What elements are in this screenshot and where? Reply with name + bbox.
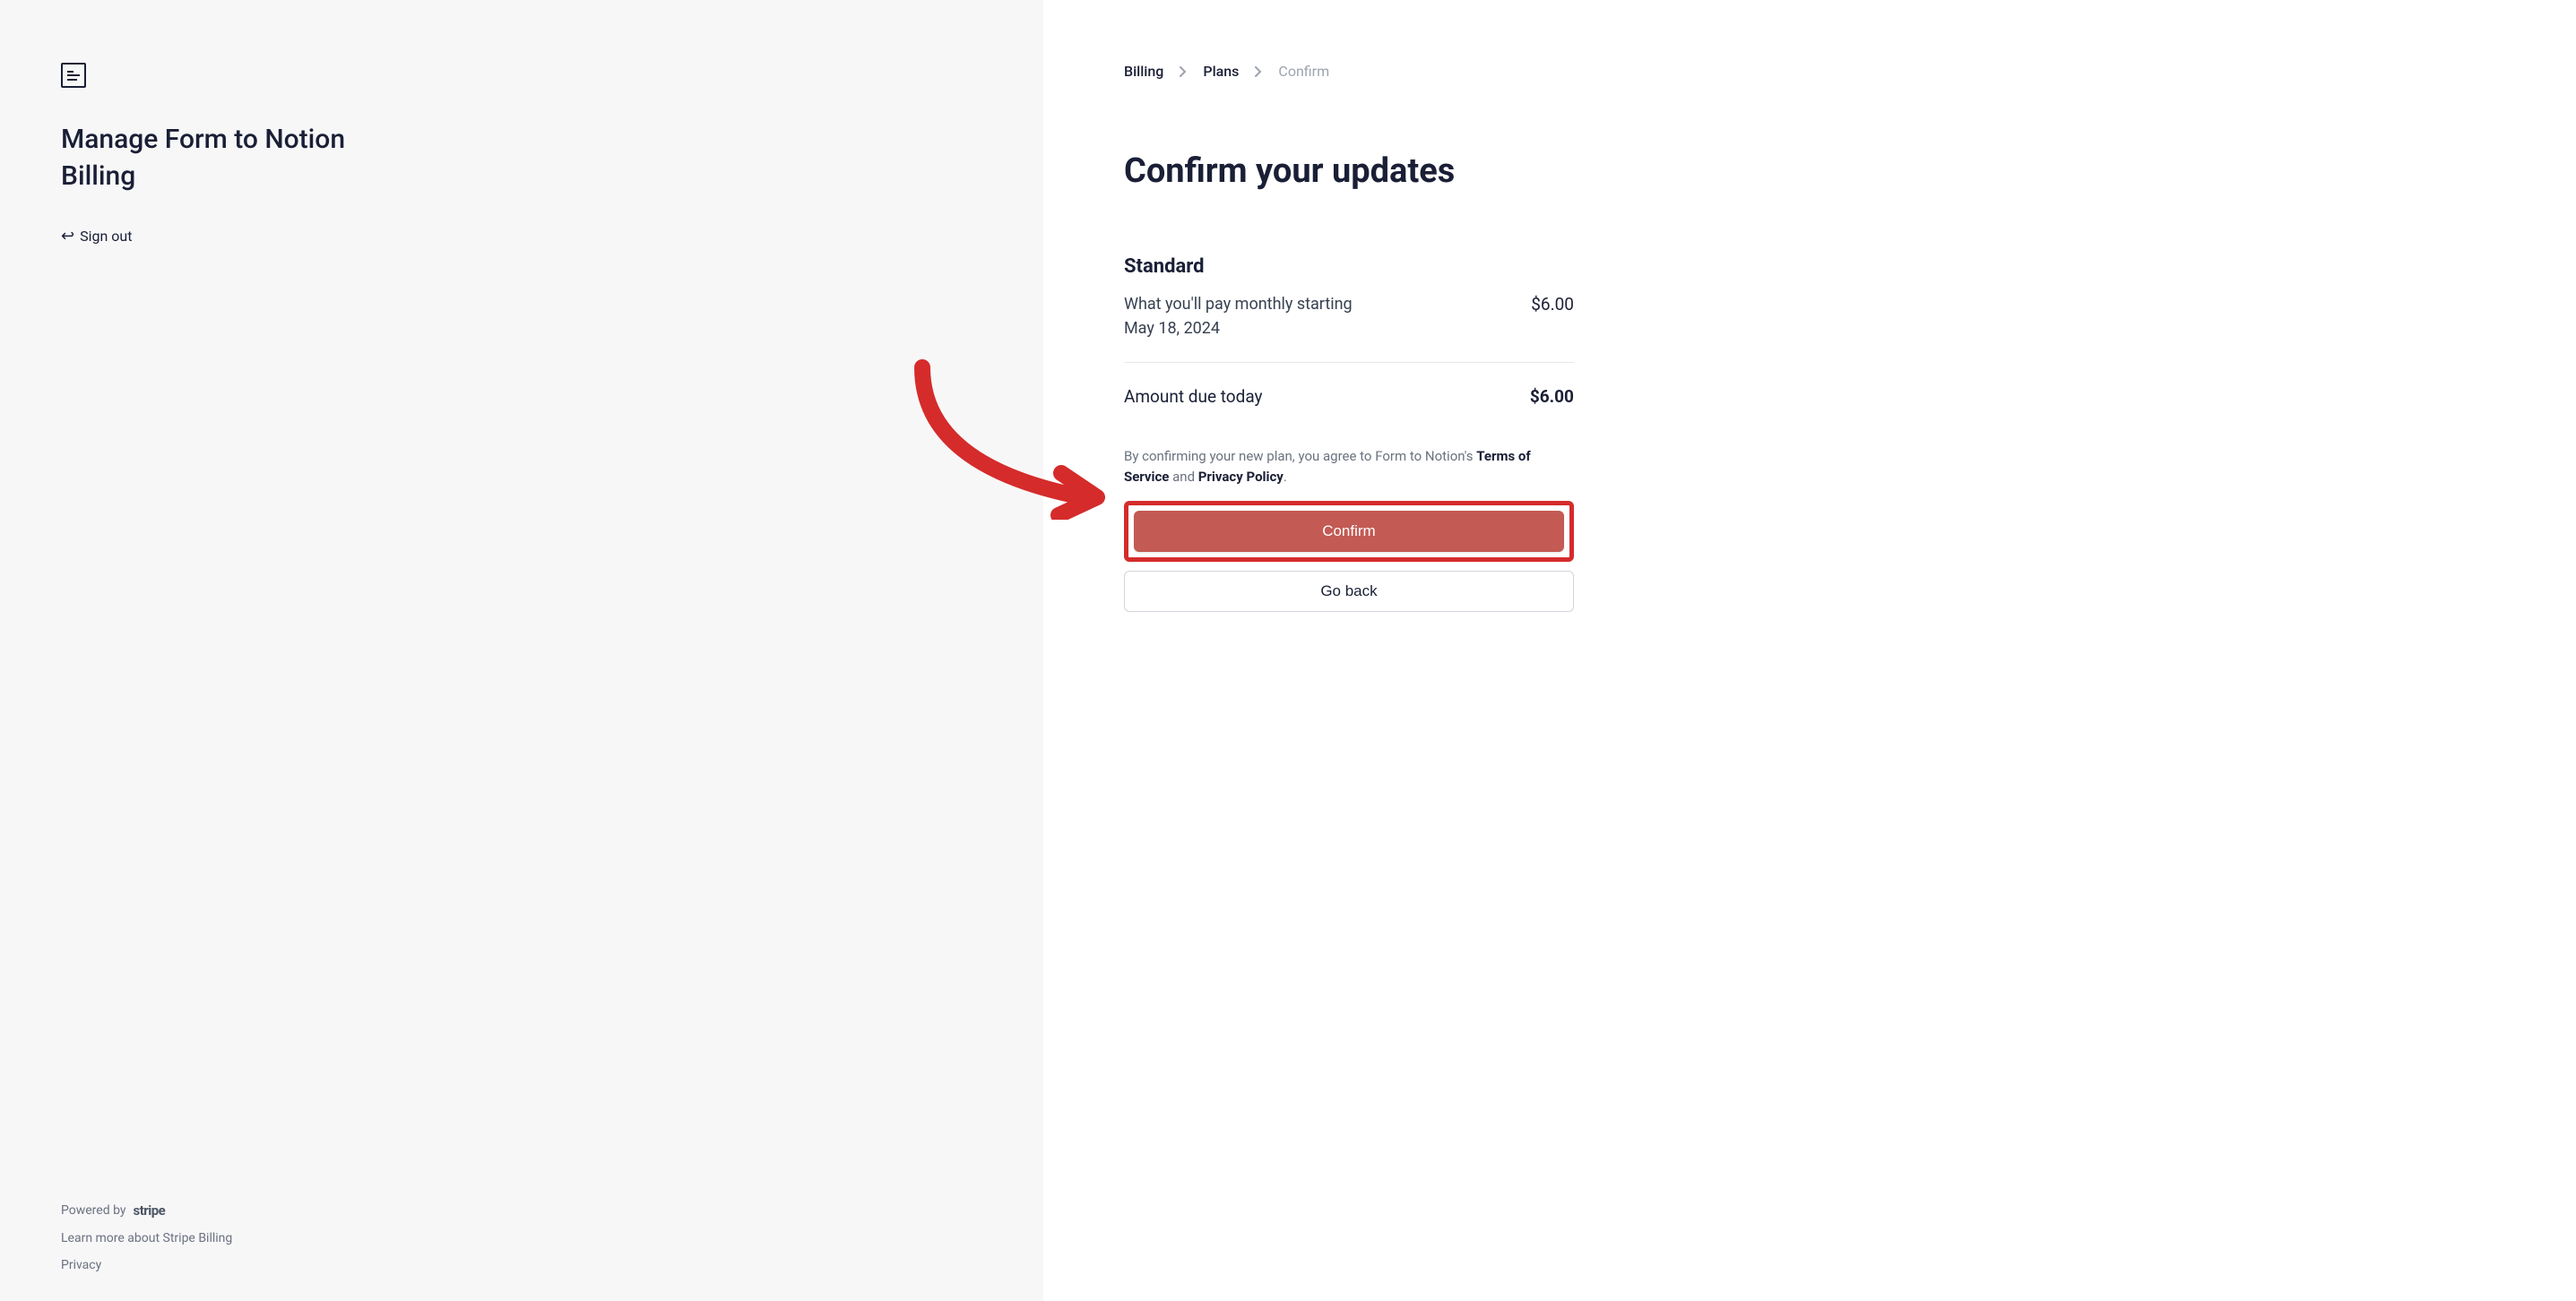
main-content: Billing Plans Confirm Confirm your updat… bbox=[1043, 0, 2576, 1301]
sidebar: Manage Form to Notion Billing ↩ Sign out… bbox=[0, 0, 1043, 1301]
app-logo-icon bbox=[61, 63, 86, 88]
amount-due-label: Amount due today bbox=[1124, 386, 1263, 407]
sign-out-link[interactable]: ↩ Sign out bbox=[61, 227, 982, 246]
breadcrumb-plans[interactable]: Plans bbox=[1203, 63, 1239, 80]
powered-by-label: Powered by bbox=[61, 1203, 126, 1218]
divider bbox=[1124, 362, 1574, 363]
powered-by: Powered by stripe bbox=[61, 1202, 232, 1219]
confirm-details: Standard What you'll pay monthly startin… bbox=[1124, 255, 1574, 612]
terms-text: By confirming your new plan, you agree t… bbox=[1124, 446, 1574, 487]
breadcrumb-confirm: Confirm bbox=[1278, 63, 1329, 80]
go-back-button[interactable]: Go back bbox=[1124, 571, 1574, 612]
annotation-highlight-box: Confirm bbox=[1124, 501, 1574, 562]
page-title: Confirm your updates bbox=[1124, 151, 2495, 191]
monthly-pay-label: What you'll pay monthly starting May 18,… bbox=[1124, 292, 1353, 340]
breadcrumb: Billing Plans Confirm bbox=[1124, 63, 2495, 80]
privacy-policy-link[interactable]: Privacy Policy bbox=[1198, 469, 1284, 485]
plan-name: Standard bbox=[1124, 255, 1574, 278]
confirm-button[interactable]: Confirm bbox=[1134, 511, 1564, 552]
amount-due-row: Amount due today $6.00 bbox=[1124, 386, 1574, 407]
privacy-link[interactable]: Privacy bbox=[61, 1258, 232, 1272]
sign-out-label: Sign out bbox=[80, 228, 132, 245]
breadcrumb-billing[interactable]: Billing bbox=[1124, 63, 1163, 80]
sidebar-footer: Powered by stripe Learn more about Strip… bbox=[61, 1202, 232, 1272]
back-arrow-icon: ↩ bbox=[61, 227, 74, 246]
sidebar-title: Manage Form to Notion Billing bbox=[61, 122, 348, 194]
amount-due-price: $6.00 bbox=[1530, 386, 1574, 407]
chevron-right-icon bbox=[1255, 66, 1262, 77]
monthly-pay-price: $6.00 bbox=[1531, 292, 1574, 318]
monthly-pay-row: What you'll pay monthly starting May 18,… bbox=[1124, 292, 1574, 362]
learn-more-link[interactable]: Learn more about Stripe Billing bbox=[61, 1231, 232, 1245]
stripe-logo: stripe bbox=[134, 1202, 166, 1219]
chevron-right-icon bbox=[1180, 66, 1187, 77]
